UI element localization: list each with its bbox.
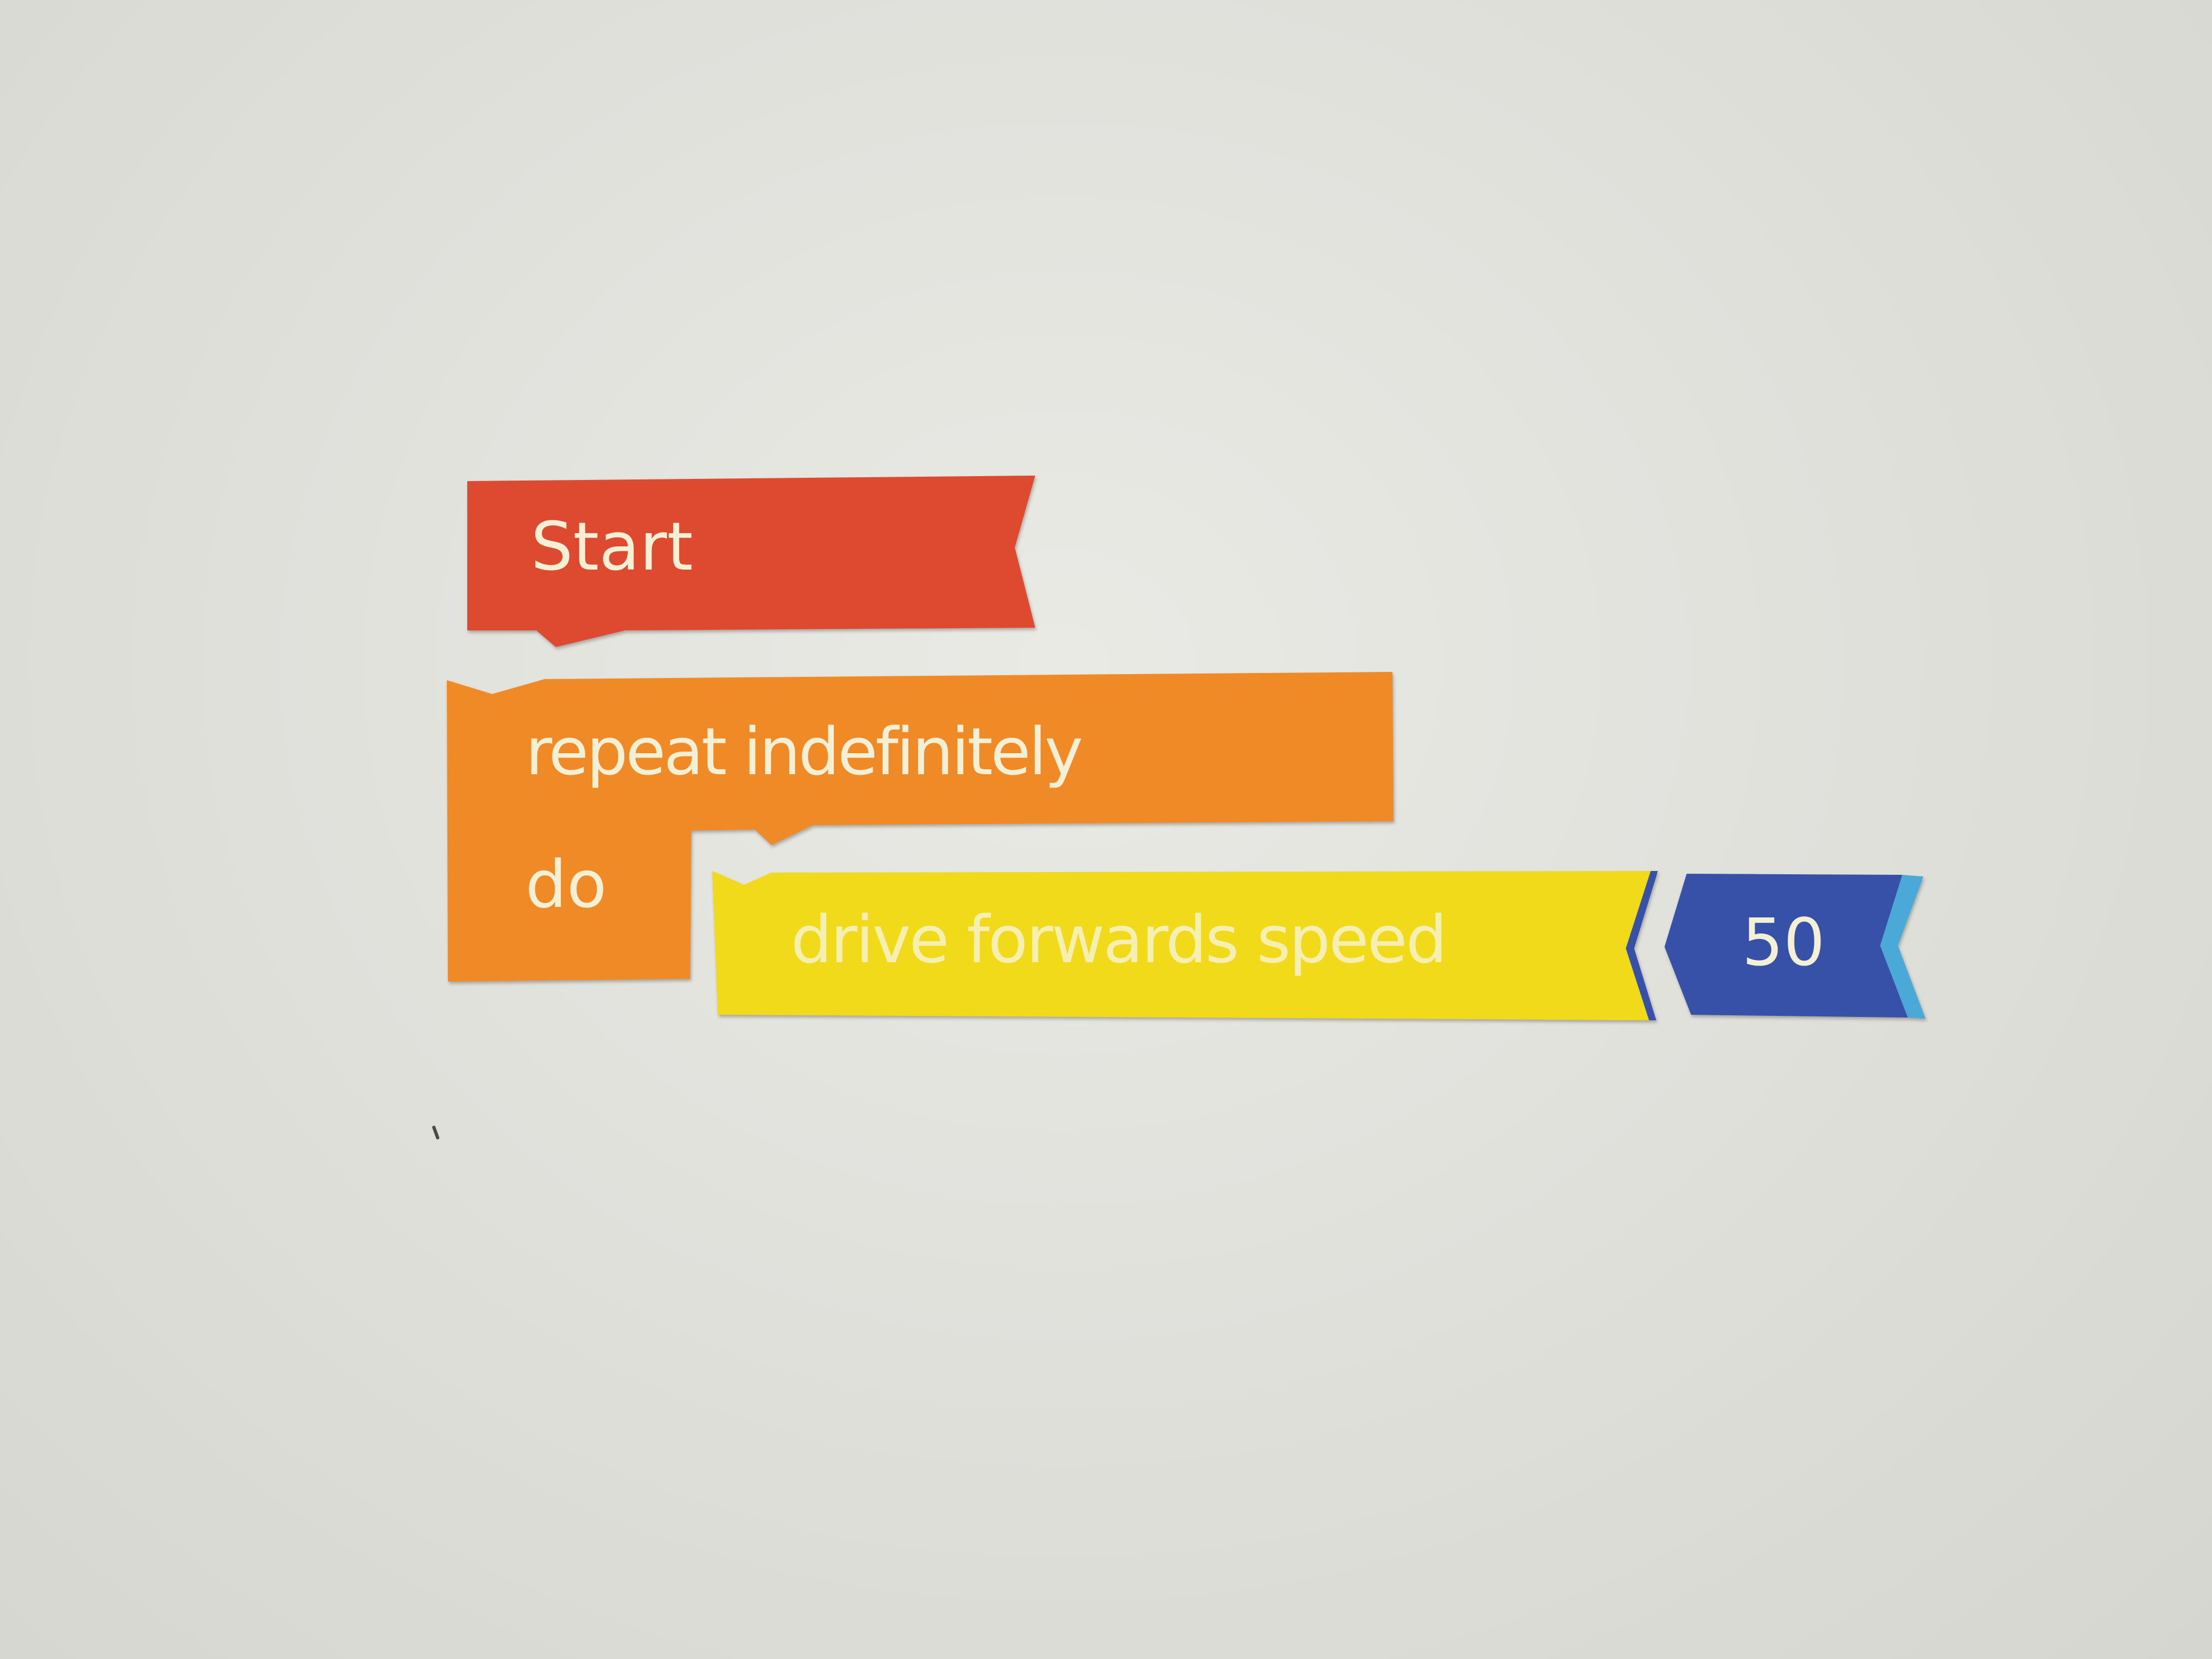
code-blocks-card: Start repeat indefinitely do drive forwa… [0, 0, 2212, 1659]
speed-value-label: 50 [1742, 904, 1825, 980]
repeat-do-label: do [525, 846, 607, 922]
block-shapes [447, 476, 1926, 1020]
start-block-label: Start [531, 509, 693, 586]
drive-block-label: drive forwards speed [791, 901, 1447, 978]
repeat-block-label: repeat indefinitely [525, 713, 1083, 790]
